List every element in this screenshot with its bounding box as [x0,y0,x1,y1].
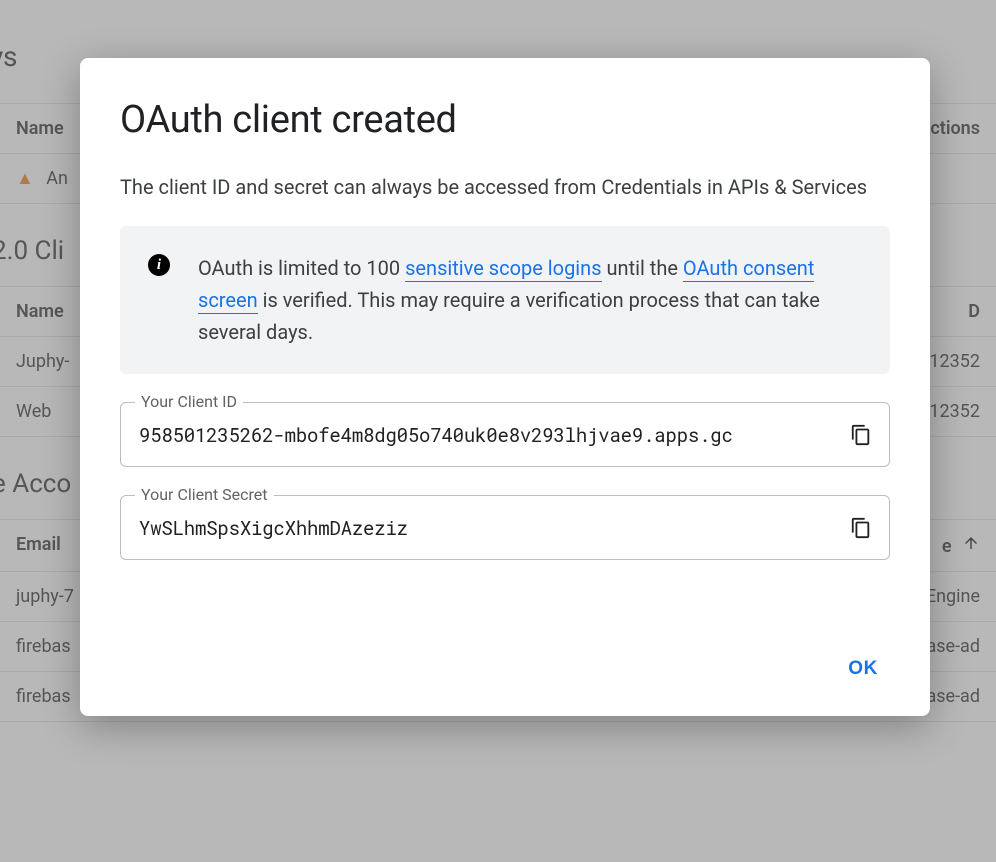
copy-icon [850,424,872,446]
info-text: OAuth is limited to 100 sensitive scope … [198,252,862,348]
client-secret-field: Your Client Secret YwSLhmSpsXigcXhhmDAze… [120,495,890,560]
oauth-client-created-dialog: OAuth client created The client ID and s… [80,58,930,716]
sensitive-scope-logins-link[interactable]: sensitive scope logins [405,256,601,282]
info-icon: i [148,254,170,276]
client-id-label: Your Client ID [135,392,243,411]
ok-button[interactable]: OK [836,650,890,688]
info-box: i OAuth is limited to 100 sensitive scop… [120,226,890,374]
client-id-field: Your Client ID 958501235262-mbofe4m8dg05… [120,402,890,467]
dialog-title: OAuth client created [120,98,890,142]
copy-client-id-button[interactable] [847,421,875,449]
dialog-actions: OK [120,650,890,688]
client-secret-value[interactable]: YwSLhmSpsXigcXhhmDAzeziz [139,516,833,541]
copy-client-secret-button[interactable] [847,514,875,542]
client-secret-label: Your Client Secret [135,485,274,504]
copy-icon [850,517,872,539]
dialog-subtitle: The client ID and secret can always be a… [120,172,890,202]
client-id-value[interactable]: 958501235262-mbofe4m8dg05o740uk0e8v293lh… [139,423,833,448]
